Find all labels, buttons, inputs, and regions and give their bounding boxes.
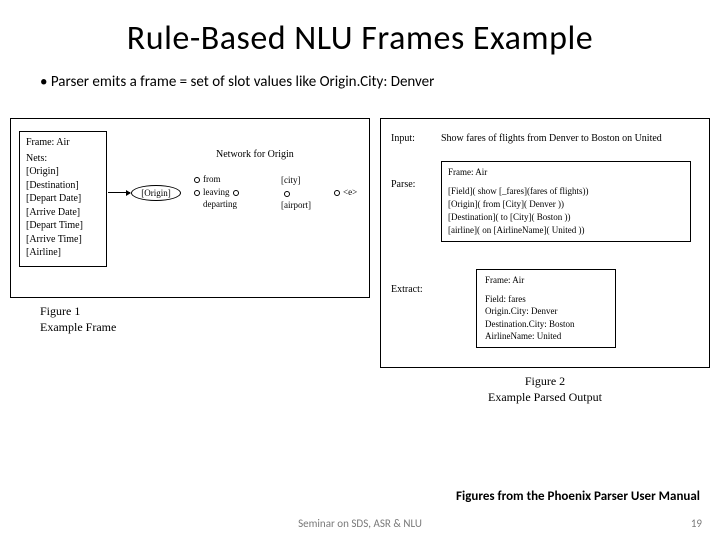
footer-text: Seminar on SDS, ASR & NLU (0, 517, 720, 530)
caption-text: Example Parsed Output (380, 390, 710, 406)
extract-box: Frame: Air Field: fares Origin.City: Den… (476, 269, 616, 348)
figures-area: Frame: Air Nets: [Origin] [Destination] … (10, 118, 710, 480)
slot-item: [Arrive Time] (26, 233, 100, 247)
parse-line: [Destination]( to [City]( Boston )) (448, 211, 684, 224)
page-title: Rule-Based NLU Frames Example (0, 0, 720, 67)
input-text: Show fares of flights from Denver to Bos… (441, 133, 662, 144)
parse-line: [airline]( on [AirlineName]( United )) (448, 224, 684, 237)
graph-node-icon (194, 177, 200, 183)
slot-item: [Depart Time] (26, 219, 100, 233)
caption-text: Example Frame (40, 320, 370, 336)
network-transitions: from leaving departing (191, 174, 242, 212)
extract-label: Extract: (391, 284, 423, 295)
extract-line: AirlineName: United (485, 330, 607, 343)
input-label: Input: (391, 133, 415, 144)
epsilon-label: <e> (331, 187, 357, 197)
network-title: Network for Origin (216, 149, 294, 160)
figure-1-box: Frame: Air Nets: [Origin] [Destination] … (10, 118, 370, 298)
graph-node-icon (233, 190, 239, 196)
nets-label: Nets: (26, 152, 100, 166)
slot-item: [Depart Date] (26, 192, 100, 206)
slot-item: [Arrive Date] (26, 206, 100, 220)
target-label: [city] (281, 174, 311, 187)
bullet-line: Parser emits a frame = set of slot value… (0, 67, 720, 101)
extract-line: Origin.City: Denver (485, 305, 607, 318)
caption-number: Figure 2 (380, 374, 710, 390)
arrow-icon (108, 192, 130, 193)
figure-2-box: Input: Show fares of flights from Denver… (380, 118, 710, 368)
parse-frame: Frame: Air (448, 166, 684, 179)
graph-node-icon (194, 190, 200, 196)
slot-item: [Origin] (26, 165, 100, 179)
page-number: 19 (691, 517, 702, 530)
figure-2: Input: Show fares of flights from Denver… (380, 118, 710, 405)
graph-node-icon (334, 190, 340, 196)
slot-item: [Airline] (26, 246, 100, 260)
graph-node-icon (284, 191, 290, 197)
frame-slot-list: Frame: Air Nets: [Origin] [Destination] … (19, 131, 107, 267)
network-targets: [city] [airport] (281, 174, 311, 212)
figure-1: Frame: Air Nets: [Origin] [Destination] … (10, 118, 370, 335)
figure-2-caption: Figure 2 Example Parsed Output (380, 368, 710, 405)
origin-node: [Origin] (131, 185, 181, 201)
frame-header: Frame: Air (26, 136, 100, 150)
transition-label: leaving (203, 187, 230, 197)
extract-line: Field: fares (485, 293, 607, 306)
parse-line: [Origin]( from [City]( Denver )) (448, 198, 684, 211)
extract-frame: Frame: Air (485, 274, 607, 287)
transition-label: departing (203, 199, 237, 209)
parse-box: Frame: Air [Field]( show [_fares](fares … (441, 161, 691, 242)
extract-line: Destination.City: Boston (485, 318, 607, 331)
figure-1-caption: Figure 1 Example Frame (10, 298, 370, 335)
caption-number: Figure 1 (40, 304, 370, 320)
parse-line: [Field]( show [_fares](fares of flights)… (448, 185, 684, 198)
figures-credit: Figures from the Phoenix Parser User Man… (456, 489, 700, 504)
parse-label: Parse: (391, 179, 415, 190)
transition-label: from (203, 174, 221, 184)
slot-item: [Destination] (26, 179, 100, 193)
target-label: [airport] (281, 199, 311, 212)
